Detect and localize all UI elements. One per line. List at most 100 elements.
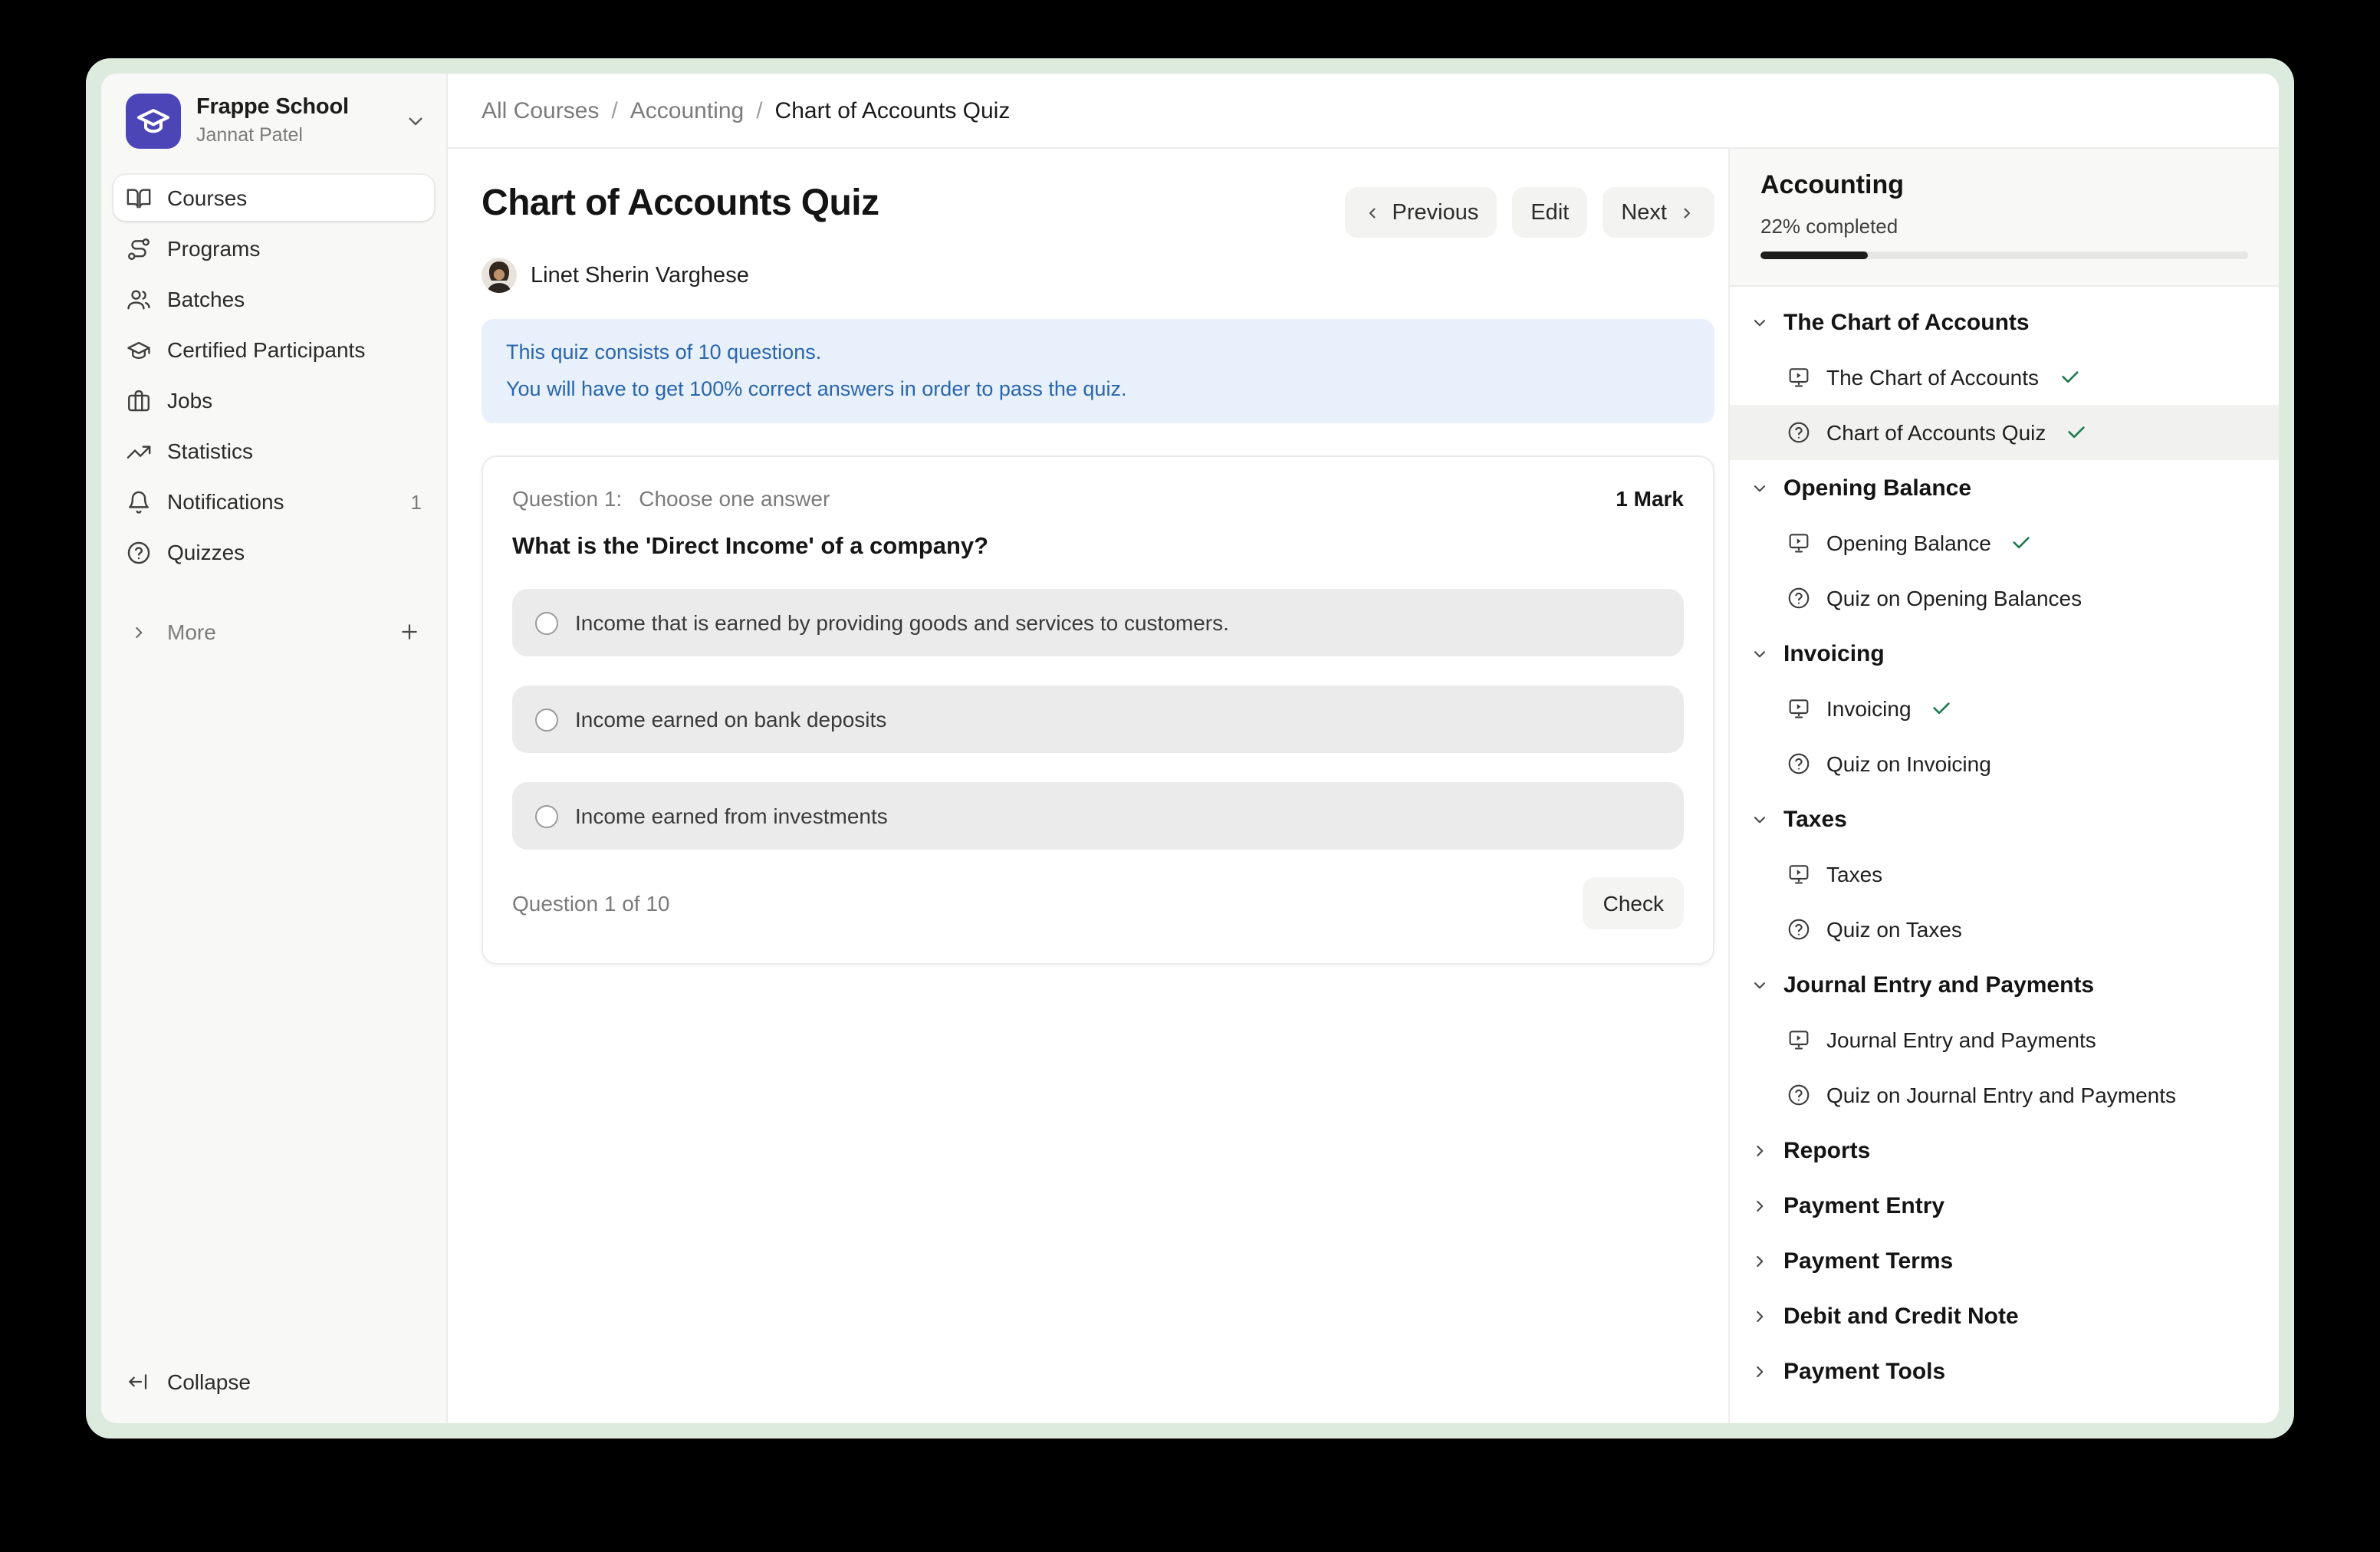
chevron-left-icon [1363,203,1382,222]
outline-item-journal-entry-and-payments[interactable]: Journal Entry and Payments [1730,1012,2279,1067]
monitor-play-icon [1787,365,1811,390]
chevron-down-icon [1750,478,1770,498]
plus-icon[interactable] [397,620,422,644]
breadcrumb-all-courses[interactable]: All Courses [482,97,599,123]
graduation-cap-icon [126,337,152,363]
outline-section-title: Payment Terms [1783,1248,1953,1274]
quiz-nav-buttons: Previous Edit Next [1345,187,1715,238]
answer-option-2[interactable]: Income earned on bank deposits [512,686,1684,753]
breadcrumb-accounting[interactable]: Accounting [630,97,744,123]
outline-item-chart-of-accounts-quiz[interactable]: Chart of Accounts Quiz [1730,405,2279,460]
breadcrumb-separator: / [756,97,762,123]
monitor-play-icon [1787,531,1811,555]
outline-item-quiz-on-taxes[interactable]: Quiz on Taxes [1730,902,2279,957]
question-instruction: Choose one answer [639,486,830,511]
help-circle-icon [126,539,152,565]
collapse-button[interactable]: Collapse [101,1359,446,1405]
outline-section-title: Opening Balance [1783,475,1971,501]
sidebar-item-label: Programs [167,236,260,261]
outline-item-label: Quiz on Taxes [1826,917,1962,942]
collapse-sidebar-icon [126,1370,150,1394]
previous-button[interactable]: Previous [1345,187,1497,238]
chevron-right-icon [129,622,149,642]
outline-item-invoicing[interactable]: Invoicing [1730,681,2279,736]
check-button[interactable]: Check [1583,877,1684,929]
outline-section-title: Taxes [1783,806,1847,832]
question-number-label: Question 1: [512,486,622,511]
help-circle-icon [1787,1083,1811,1107]
answer-option-3[interactable]: Income earned from investments [512,782,1684,850]
chevron-down-icon [1750,643,1770,663]
sidebar-item-programs[interactable]: Programs [113,225,434,271]
outline-section-title: Journal Entry and Payments [1783,972,2094,998]
check-icon [2059,367,2080,388]
question-marks: 1 Mark [1616,486,1684,511]
outline-section-payment-terms[interactable]: Payment Terms [1730,1233,2279,1288]
answer-option-label: Income earned on bank deposits [575,707,886,732]
completion-label: 22% completed [1760,215,2248,238]
sidebar-item-quizzes[interactable]: Quizzes [113,529,434,575]
outline-item-opening-balance[interactable]: Opening Balance [1730,515,2279,570]
outline-section-journal-entry-and-payments[interactable]: Journal Entry and Payments [1730,957,2279,1012]
author-name: Linet Sherin Varghese [531,263,749,288]
outline-section-reports[interactable]: Reports [1730,1123,2279,1178]
answer-option-1[interactable]: Income that is earned by providing goods… [512,589,1684,656]
breadcrumb-separator: / [611,97,617,123]
outline-section-title: Payment Tools [1783,1358,1945,1384]
sidebar-item-courses[interactable]: Courses [113,175,434,221]
quiz-card-header: Question 1: Choose one answer 1 Mark [512,486,1684,511]
outline-item-taxes[interactable]: Taxes [1730,847,2279,902]
route-icon [126,235,152,261]
outline-section-taxes[interactable]: Taxes [1730,791,2279,847]
sidebar-item-label: Certified Participants [167,337,365,362]
outline-section-opening-balance[interactable]: Opening Balance [1730,460,2279,515]
workspace-switcher[interactable]: Frappe School Jannat Patel [101,74,446,166]
check-icon [2011,532,2033,554]
frappe-school-app: Frappe School Jannat Patel Courses Progra… [101,74,2279,1423]
course-progress-header: Accounting 22% completed [1730,149,2279,287]
sidebar-item-statistics[interactable]: Statistics [113,428,434,474]
outline-item-quiz-on-opening-balances[interactable]: Quiz on Opening Balances [1730,570,2279,626]
chevron-right-icon [1750,1140,1770,1160]
chevron-down-icon [1750,809,1770,829]
book-open-icon [126,185,152,211]
outline-section-the-chart-of-accounts[interactable]: The Chart of Accounts [1730,294,2279,350]
sidebar-item-more[interactable]: More [113,609,434,655]
app-window: Frappe School Jannat Patel Courses Progra… [86,58,2294,1439]
sidebar-item-notifications[interactable]: Notifications1 [113,478,434,524]
page-title: Chart of Accounts Quiz [482,182,879,225]
outline-item-label: Taxes [1826,862,1882,886]
outline-item-label: Invoicing [1826,696,1912,721]
breadcrumb: All Courses/Accounting/Chart of Accounts… [482,97,1010,123]
answer-option-label: Income that is earned by providing goods… [575,610,1229,635]
outline-section-title: Payment Entry [1783,1192,1944,1218]
sidebar-item-label: Notifications [167,489,284,514]
outline-item-quiz-on-invoicing[interactable]: Quiz on Invoicing [1730,736,2279,791]
workspace-info: Frappe School Jannat Patel [196,95,349,147]
outline-section-payment-tools[interactable]: Payment Tools [1730,1343,2279,1399]
outline-section-debit-and-credit-note[interactable]: Debit and Credit Note [1730,1288,2279,1343]
answer-options: Income that is earned by providing goods… [512,589,1684,850]
help-circle-icon [1787,586,1811,610]
progress-bar [1760,252,2248,259]
briefcase-icon [126,387,152,413]
next-button[interactable]: Next [1603,187,1714,238]
previous-label: Previous [1392,200,1479,225]
edit-label: Edit [1530,200,1569,225]
sidebar-item-certified-participants[interactable]: Certified Participants [113,327,434,373]
course-outline-panel: Accounting 22% completed The Chart of Ac… [1728,149,2279,1423]
screen-background: Frappe School Jannat Patel Courses Progra… [0,0,2380,1552]
left-sidebar: Frappe School Jannat Patel Courses Progra… [101,74,448,1423]
page-header: Chart of Accounts Quiz Previous Edit [482,182,1714,238]
outline-section-invoicing[interactable]: Invoicing [1730,626,2279,681]
outline-item-the-chart-of-accounts[interactable]: The Chart of Accounts [1730,350,2279,405]
outline-section-payment-entry[interactable]: Payment Entry [1730,1178,2279,1233]
sidebar-item-jobs[interactable]: Jobs [113,377,434,423]
edit-button[interactable]: Edit [1512,187,1587,238]
outline-item-quiz-on-journal-entry-and-payments[interactable]: Quiz on Journal Entry and Payments [1730,1067,2279,1123]
sidebar-more-label: More [167,620,216,644]
course-title: Accounting [1760,170,2248,201]
check-icon [2066,422,2087,443]
outline-section-title: The Chart of Accounts [1783,309,2030,335]
sidebar-item-batches[interactable]: Batches [113,276,434,322]
